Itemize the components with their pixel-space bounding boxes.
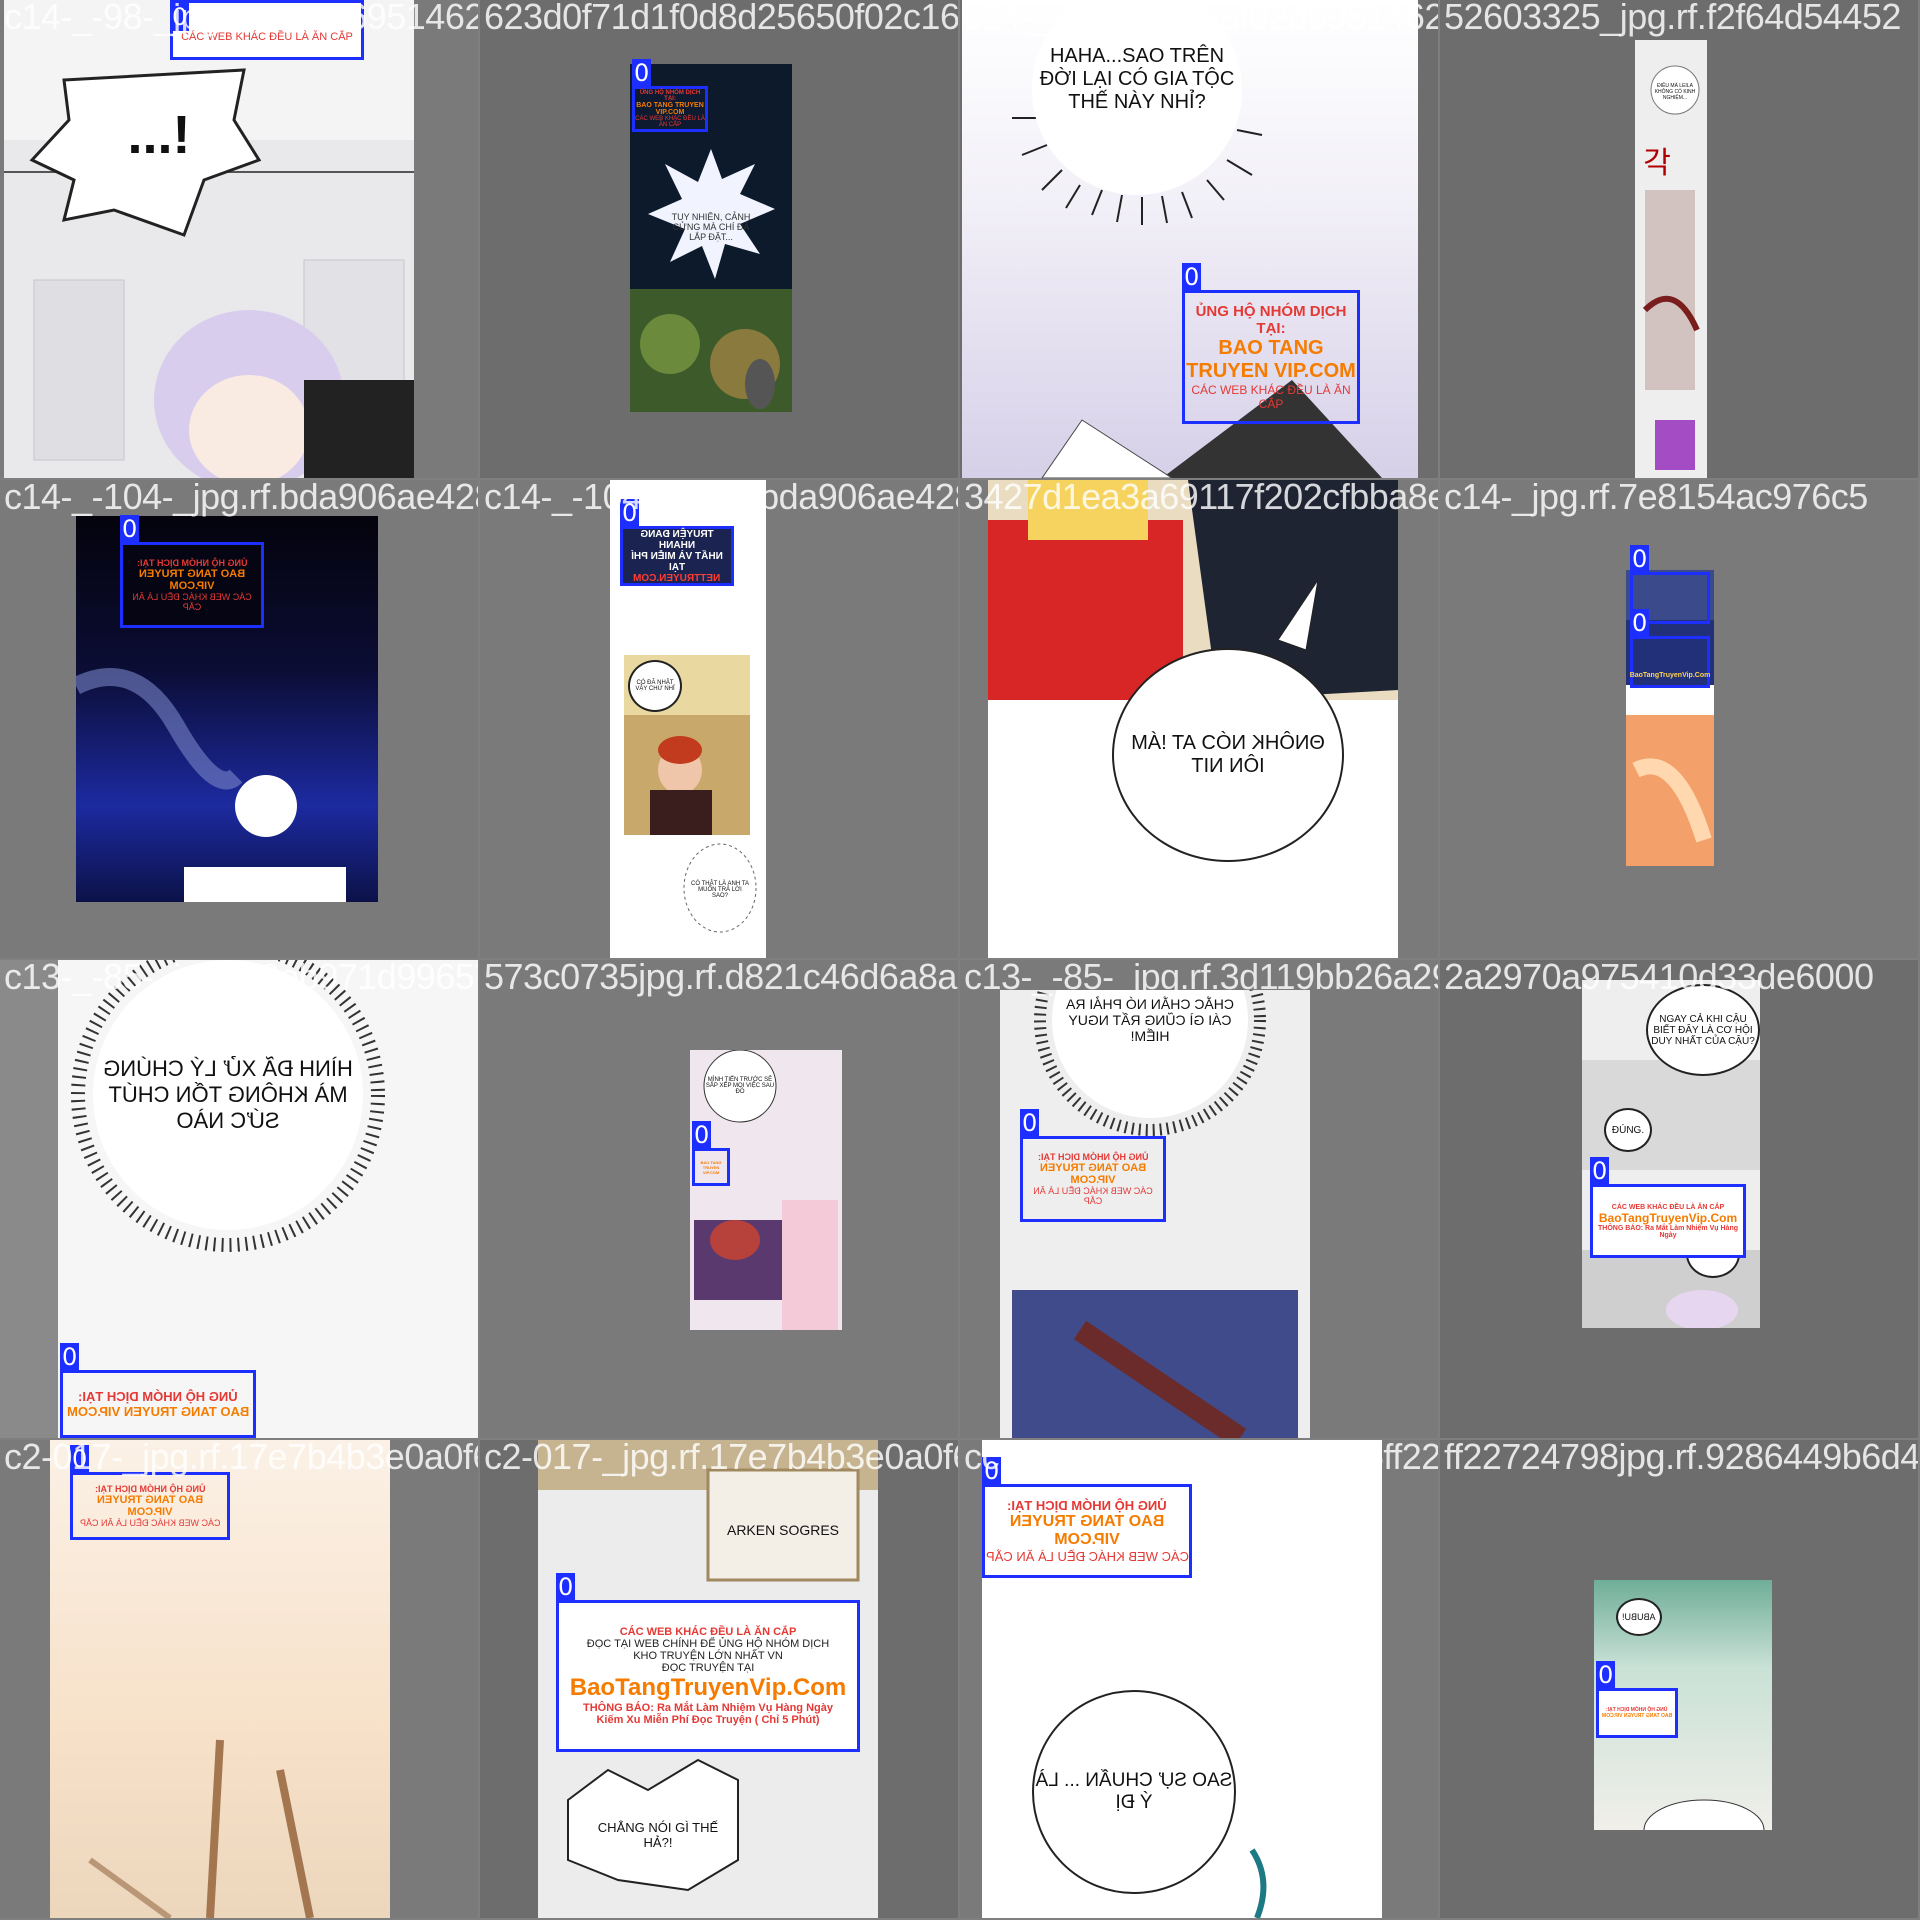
mosaic-grid: ...! 0 CÁC WEB KHÁC ĐỀU LÀ ĂN CẮP c14-_-… [0, 0, 1920, 1920]
ad-banner: BAO TANG TRUYEN VIP.COM [700, 1159, 722, 1175]
bounding-box: 0 ỦNG HỘ NHÓM DỊCH TẠI: BAO TANG TRUYEN … [1596, 1661, 1678, 1738]
box-label: 0 [60, 1343, 80, 1371]
tile-13: ARKEN SOGRES CHẲNG NÓI GÌ THẾ HẢ?! 0 CÁC… [480, 1440, 958, 1918]
bounding-box: 0 CÁC WEB KHÁC ĐỀU LÀ ĂN CẮP ĐỌC TẠI WEB… [556, 1573, 860, 1752]
tile-6: ΘNÔHK NÓϽ AT !ÁM IÔN NIT 3427d1ea3a69117… [960, 480, 1438, 958]
ad-banner: ỦNG HỘ NHÓM DỊCH TẠI: BAO TANG TRUYEN VI… [79, 1484, 221, 1528]
speech-bubble: ABUBU! [1616, 1598, 1662, 1636]
burst-bubble: TUY NHIÊN, CẢNH CỬNG MÀ CHÍ ĐÃ LẮP ĐẶT..… [671, 212, 751, 242]
bounding-box: 0 ỦNG HỘ NHÓM DỊCH TẠI: BAO TANG TRUYEN … [632, 59, 708, 132]
burst-bubble: HAHA...SAO TRÊN ĐỜI LẠI CÓ GIA TỘC THẾ N… [1039, 44, 1235, 113]
tile-filename: c14-_-98-_jpg.rf.af02d6951462314071f2944… [4, 0, 478, 37]
tile-2: HAHA...SAO TRÊN ĐỜI LẠI CÓ GIA TỘC THẾ N… [960, 0, 1438, 478]
burst-bubble: CHẮC CHẮN NÓ PHẢI RA CÁI GÌ CŨNG RẤT NGU… [1065, 996, 1235, 1044]
bounding-box: 0 ỦNG HỘ NHÓM DỊCH TẠI: BAO TANG TRUYEN … [982, 1457, 1192, 1578]
manga-panel: MÌNH TIẾN TRƯỚC SẼ SẮP XẾP MỌI VIỆC SAU … [690, 1050, 842, 1330]
box-label: 0 [632, 59, 652, 87]
box-label: 0 [120, 515, 140, 543]
ad-banner: CÁC WEB KHÁC ĐỀU LÀ ĂN CẮP BaoTangTruyen… [1597, 1203, 1738, 1239]
manga-panel: ...! [4, 0, 414, 478]
speech-bubble: ĐIỀU MÀ LEILA KHÔNG CÓ KINH NGHIỆM... [1654, 83, 1696, 101]
tile-15: ABUBU! 0 ỦNG HỘ NHÓM DỊCH TẠI: BAO TANG … [1440, 1440, 1918, 1918]
tile-11: NGAY CẢ KHI CẬU BIẾT ĐÂY LÀ CƠ HỘI DUY N… [1440, 960, 1918, 1438]
panel-art [4, 68, 414, 478]
sfx-text: 각 [1643, 147, 1671, 180]
ad-banner: ỦNG HỘ NHÓM DỊCH TẠI: BAO TANG TRUYEN VI… [1033, 1152, 1153, 1206]
bounding-box: 0 BaoTangTruyenVip.Com [1629, 609, 1711, 688]
tile-filename: c13-_-85-_jpg.rf.3d119bb26a2970a975410d3… [964, 960, 1438, 997]
ad-banner: CÁC WEB KHÁC ĐỀU LÀ ĂN CẮP ĐỌC TẠI WEB C… [569, 1626, 847, 1726]
burst-bubble: HÌNH ĐÃ XỬ LÝ CHÚNG MÀ KHÔNG TỐN CHÚT SỨ… [103, 1056, 353, 1133]
tile-filename: c14-_-104-_jpg.rf.bda906ae4282796d4f7512… [484, 480, 958, 517]
ad-banner: ỦNG HỘ NHÓM DỊCH TẠI: BAO TANG TRUYEN VI… [66, 1389, 250, 1419]
bounding-box: 0 ỦNG HỘ NHÓM DỊCH TẠI: BAO TANG TRUYEN … [1020, 1109, 1166, 1222]
ad-banner: ỦNG HỘ NHÓM DỊCH TẠI: BAO TANG TRUYEN VI… [985, 1498, 1189, 1564]
tile-filename: c13-_-85-_jpg.rf.8eb971d99657a07965bfdf8… [4, 960, 478, 997]
tile-10: CHẮC CHẮN NÓ PHẢI RA CÁI GÌ CŨNG RẤT NGU… [960, 960, 1438, 1438]
box-label: 0 [1596, 1661, 1616, 1689]
speech-bubble: ΘNÔHK NÓϽ AT !ÁM IÔN NIT [1112, 648, 1344, 862]
tile-filename: c14-_-104-_jpg.rf.bda906ae4282796d4f7512… [4, 480, 478, 517]
ad-banner: ỦNG HỘ NHÓM DỊCH TẠI: BAO TANG TRUYEN VI… [635, 90, 705, 128]
manga-panel: ΘNÔHK NÓϽ AT !ÁM IÔN NIT [988, 480, 1398, 958]
ad-banner: BaoTangTruyenVip.Com [1629, 672, 1711, 679]
tile-filename: 573c0735jpg.rf.d821c46d6a8a3343c65eb0d98… [484, 960, 958, 997]
tile-filename: 623d0f71d1f0d8d25650f02c168f6a9445e010 [484, 0, 958, 37]
speech-bubble: CÓ ĐÃ NHẬT VẬY CHỨ NHỈ [628, 660, 682, 712]
box-label: 0 [1020, 1109, 1040, 1137]
ad-banner: ỦNG HỘ NHÓM DỊCH TẠI: BAO TANG TRUYEN VI… [132, 558, 252, 612]
ad-banner: TRUYỆN ĐANG NHANH NHẤT VÀ MIỄN PHÍ TẠI N… [631, 528, 723, 584]
tile-filename: c2-017-_jpg.rf.17e7b4b3e0a0f63729f2dg.ra… [4, 1440, 478, 1477]
tile-3: ĐIỀU MÀ LEILA KHÔNG CÓ KINH NGHIỆM... 각 … [1440, 0, 1918, 478]
tile-9: MÌNH TIẾN TRƯỚC SẼ SẮP XẾP MỌI VIỆC SAU … [480, 960, 958, 1438]
tile-filename: ff22724798jpg.rf.9286449b6d4fc [1444, 1440, 1918, 1477]
tile-5: CÓ ĐÃ NHẬT VẬY CHỨ NHỈ CÓ THẬT LÀ ANH TA… [480, 480, 958, 958]
tile-7: 0 0 BaoTangTruyenVip.Com c14-_jpg.rf.7e8… [1440, 480, 1918, 958]
tile-filename: 2a2970a975410d33de6000 [1444, 960, 1874, 997]
box-label: 0 [1630, 545, 1650, 573]
tile-filename: c14-_jpg.rf.7e8154ac976c5 [1444, 480, 1868, 517]
tile-0: ...! 0 CÁC WEB KHÁC ĐỀU LÀ ĂN CẮP c14-_-… [0, 0, 478, 478]
manga-panel: HÌNH ĐÃ XỬ LÝ CHÚNG MÀ KHÔNG TỐN CHÚT SỨ… [58, 960, 478, 1438]
bounding-box: 0 CÁC WEB KHÁC ĐỀU LÀ ĂN CẮP BaoTangTruy… [1590, 1157, 1746, 1258]
speech-bubble: MÌNH TIẾN TRƯỚC SẼ SẮP XẾP MỌI VIỆC SAU … [705, 1077, 775, 1095]
speech-bubble: ĐÚNG. [1604, 1108, 1652, 1152]
box-label: 0 [1182, 263, 1202, 291]
bounding-box: 0 ỦNG HỘ NHÓM DỊCH TẠI: BAO TANG TRUYEN … [70, 1445, 230, 1540]
tile-4: 0 ỦNG HỘ NHÓM DỊCH TẠI: BAO TANG TRUYEN … [0, 480, 478, 958]
tile-14: SAO SỰ CHUẨN ... LÀ Ý ĐỊ 0 ỦNG HỘ NHÓM D… [960, 1440, 1438, 1918]
tile-filename: 3427d1ea3a69117f202cfbba8e01408c7267 [964, 480, 1438, 517]
tile-filename: cc7b88c8a5e5104280cac5ff22724 [964, 1440, 1438, 1477]
ad-banner: ỦNG HỘ NHÓM DỊCH TẠI: BAO TANG TRUYEN VI… [1601, 1707, 1673, 1719]
speech-bubble: ...! [127, 105, 191, 165]
tile-8: HÌNH ĐÃ XỬ LÝ CHÚNG MÀ KHÔNG TỐN CHÚT SỨ… [0, 960, 478, 1438]
manga-panel: NGAY CẢ KHI CẬU BIẾT ĐÂY LÀ CƠ HỘI DUY N… [1582, 980, 1760, 1328]
box-label: 0 [692, 1121, 712, 1149]
speech-bubble: CÓ THẬT LÀ ANH TA MUỐN TRẢ LỜI SAO? [691, 881, 749, 899]
nameplate: ARKEN SOGRES [726, 1522, 840, 1538]
tile-12: 0 ỦNG HỘ NHÓM DỊCH TẠI: BAO TANG TRUYEN … [0, 1440, 478, 1918]
tile-1: TUY NHIÊN, CẢNH CỬNG MÀ CHÍ ĐÃ LẮP ĐẶT..… [480, 0, 958, 478]
bounding-box: 0 ỦNG HỘ NHÓM DỊCH TẠI: BAO TANG TRUYEN … [1182, 263, 1360, 424]
speech-bubble: CHẲNG NÓI GÌ THẾ HẢ?! [597, 1820, 719, 1850]
ad-banner: ỦNG HỘ NHÓM DỊCH TẠI: BAO TANG TRUYEN VI… [1186, 303, 1356, 411]
bounding-box: 0 BAO TANG TRUYEN VIP.COM [692, 1121, 730, 1186]
bounding-box: 0 TRUYỆN ĐANG NHANH NHẤT VÀ MIỄN PHÍ TẠI… [620, 499, 734, 586]
box-label: 0 [1590, 1157, 1610, 1185]
speech-bubble: SAO SỰ CHUẨN ... LÀ Ý ĐỊ [1032, 1690, 1236, 1894]
bounding-box: 0 ỦNG HỘ NHÓM DỊCH TẠI: BAO TANG TRUYEN … [120, 515, 264, 628]
tile-filename: c2-017-_jpg.rf.17e7b4b3e0a0f63729f2dg.ra… [484, 1440, 958, 1477]
box-label: 0 [556, 1573, 576, 1601]
bounding-box: 0 ỦNG HỘ NHÓM DỊCH TẠI: BAO TANG TRUYEN … [60, 1343, 256, 1438]
box-label: 0 [1630, 609, 1650, 637]
tile-filename: c14-_-98-_jpg.rf.af02d6951462314071f2944… [964, 0, 1438, 37]
manga-panel: ĐIỀU MÀ LEILA KHÔNG CÓ KINH NGHIỆM... 각 [1635, 40, 1707, 478]
tile-filename: 52603325_jpg.rf.f2f64d54452 [1444, 0, 1901, 37]
